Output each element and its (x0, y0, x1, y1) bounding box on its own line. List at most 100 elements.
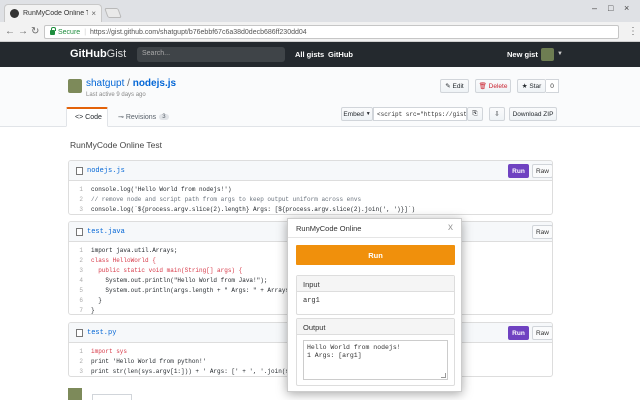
new-tab-button[interactable] (104, 8, 122, 18)
forward-icon[interactable]: → (18, 26, 28, 38)
back-icon[interactable]: ← (5, 26, 15, 38)
revisions-icon: ⊸ (118, 114, 124, 121)
output-panel: Output Hello World from nodejs! 1 Args: … (296, 318, 455, 386)
star-button[interactable]: ★ Star (517, 79, 546, 93)
browser-menu-icon[interactable]: ⋮ (628, 26, 638, 38)
code-text: import java.util.Arrays; (91, 246, 178, 254)
tab-revisions-label: Revisions (125, 113, 157, 121)
raw-button[interactable]: Raw (532, 164, 552, 178)
file-name-link[interactable]: test.py (87, 329, 116, 337)
gist-header: GitHubGist Search... All gists GitHub Ne… (0, 42, 640, 67)
input-label: Input (297, 276, 454, 292)
code-text: } (91, 306, 95, 314)
file-code-icon (76, 329, 83, 337)
lock-icon (50, 26, 56, 35)
revisions-count: 3 (159, 114, 169, 120)
gist-title: shatgupt / nodejs.js (86, 78, 176, 89)
reload-icon[interactable]: ↻ (31, 26, 39, 38)
code-text: class HelloWorld { (91, 256, 156, 264)
code-block: 1 console.log('Hello World from nodejs!')… (69, 181, 552, 214)
code-text: System.out.println(args.length + " Args:… (91, 286, 297, 294)
search-input[interactable]: Search... (137, 47, 285, 62)
url-text: https://gist.github.com/shatgupt/b76ebbf… (90, 28, 307, 36)
tab-code-label: Code (85, 114, 102, 121)
input-field[interactable]: arg1 (297, 292, 454, 314)
output-body: Hello World from nodejs! 1 Args: [arg1] (297, 335, 454, 385)
star-count: 0 (546, 79, 559, 93)
code-text: console.log(`${process.argv.slice(2).len… (91, 205, 416, 213)
code-text: print str(len(sys.argv[1:])) + ' Args: [… (91, 367, 293, 375)
delete-label: Delete (488, 82, 508, 90)
last-active-text: Last active 9 days ago (86, 92, 146, 98)
secure-label: Secure (58, 28, 81, 36)
code-text: public static void main(String[] args) { (91, 266, 243, 274)
code-text: import sys (91, 347, 128, 355)
close-icon[interactable]: x (448, 222, 453, 233)
tab-title: RunMyCode Online Test (23, 10, 89, 17)
browser-tab[interactable]: RunMyCode Online Test × (4, 4, 102, 22)
owner-link[interactable]: shatgupt (86, 78, 124, 89)
download-zip-button[interactable]: Download ZIP (509, 107, 557, 121)
all-gists-link[interactable]: All gists (295, 50, 324, 59)
runmycode-modal: RunMyCode Online x Run Input arg1 Output… (287, 218, 462, 392)
star-label: Star (529, 82, 542, 90)
new-gist-link[interactable]: New gist (507, 50, 538, 59)
github-gist-logo[interactable]: GitHubGist (70, 48, 126, 60)
chevron-down-icon[interactable]: ▼ (557, 51, 563, 57)
desktop-button[interactable]: ⇩ (489, 107, 505, 121)
file-header: nodejs.js Run Raw (69, 161, 552, 181)
file-nodejs: nodejs.js Run Raw 1 console.log('Hello Wo… (68, 160, 553, 215)
address-bar: ← → ↻ Secure | https://gist.github.com/s… (0, 22, 640, 42)
code-text: console.log('Hello World from nodejs!') (91, 185, 232, 193)
logo-sub: Gist (106, 48, 127, 60)
output-textarea[interactable]: Hello World from nodejs! 1 Args: [arg1] (303, 340, 448, 380)
modal-title: RunMyCode Online (296, 224, 362, 233)
trash-icon: 🗑 (478, 83, 487, 90)
gist-name-link[interactable]: nodejs.js (133, 78, 176, 89)
user-avatar[interactable] (541, 48, 554, 61)
owner-avatar[interactable] (68, 79, 82, 93)
edit-label: Edit (452, 82, 464, 90)
embed-input[interactable]: <script src="https://gist. (373, 107, 467, 121)
raw-button[interactable]: Raw (532, 225, 552, 239)
modal-run-button[interactable]: Run (296, 245, 455, 265)
star-icon: ★ (521, 83, 528, 90)
comment-avatar (68, 388, 82, 400)
file-name-link[interactable]: nodejs.js (87, 167, 125, 175)
url-input[interactable]: Secure | https://gist.github.com/shatgup… (44, 25, 619, 39)
close-window-icon[interactable]: × (624, 3, 629, 13)
embed-dropdown[interactable]: Embed ▼ (341, 107, 373, 121)
delete-button[interactable]: 🗑 Delete (475, 79, 511, 93)
github-link[interactable]: GitHub (328, 50, 353, 59)
code-text: } (91, 296, 102, 304)
output-label: Output (297, 319, 454, 335)
run-button[interactable]: Run (508, 326, 529, 340)
raw-button[interactable]: Raw (532, 326, 552, 340)
file-code-icon (76, 228, 83, 236)
tab-revisions[interactable]: ⊸ Revisions 3 (110, 107, 172, 127)
url-separator: | (84, 28, 87, 36)
run-button[interactable]: Run (508, 164, 529, 178)
file-name-link[interactable]: test.java (87, 228, 125, 236)
edit-button[interactable]: ✎ Edit (440, 79, 469, 93)
code-text: // remove node and script path from args… (91, 195, 362, 203)
minimize-icon[interactable]: – (592, 3, 597, 13)
code-text: print 'Hello World from python!' (91, 357, 207, 365)
input-panel: Input arg1 (296, 275, 455, 315)
file-code-icon (76, 167, 83, 175)
code-text: System.out.println("Hello World from Jav… (91, 276, 268, 284)
download-icon: ⇩ (494, 111, 500, 118)
embed-label: Embed (343, 110, 364, 118)
tab-code[interactable]: <> Code (66, 107, 108, 127)
github-favicon-icon (10, 9, 19, 18)
clipboard-icon: ⎘ (472, 110, 478, 117)
close-tab-icon[interactable]: × (91, 9, 96, 18)
gist-description: RunMyCode Online Test (70, 140, 162, 150)
maximize-icon[interactable]: □ (608, 3, 613, 13)
title-separator: / (124, 78, 133, 89)
logo-main: GitHub (70, 48, 107, 60)
copy-button[interactable]: ⎘ (467, 107, 483, 121)
browser-tabbar: RunMyCode Online Test × – □ × (0, 0, 640, 22)
code-icon: <> (75, 114, 84, 121)
pencil-icon: ✎ (445, 83, 451, 90)
